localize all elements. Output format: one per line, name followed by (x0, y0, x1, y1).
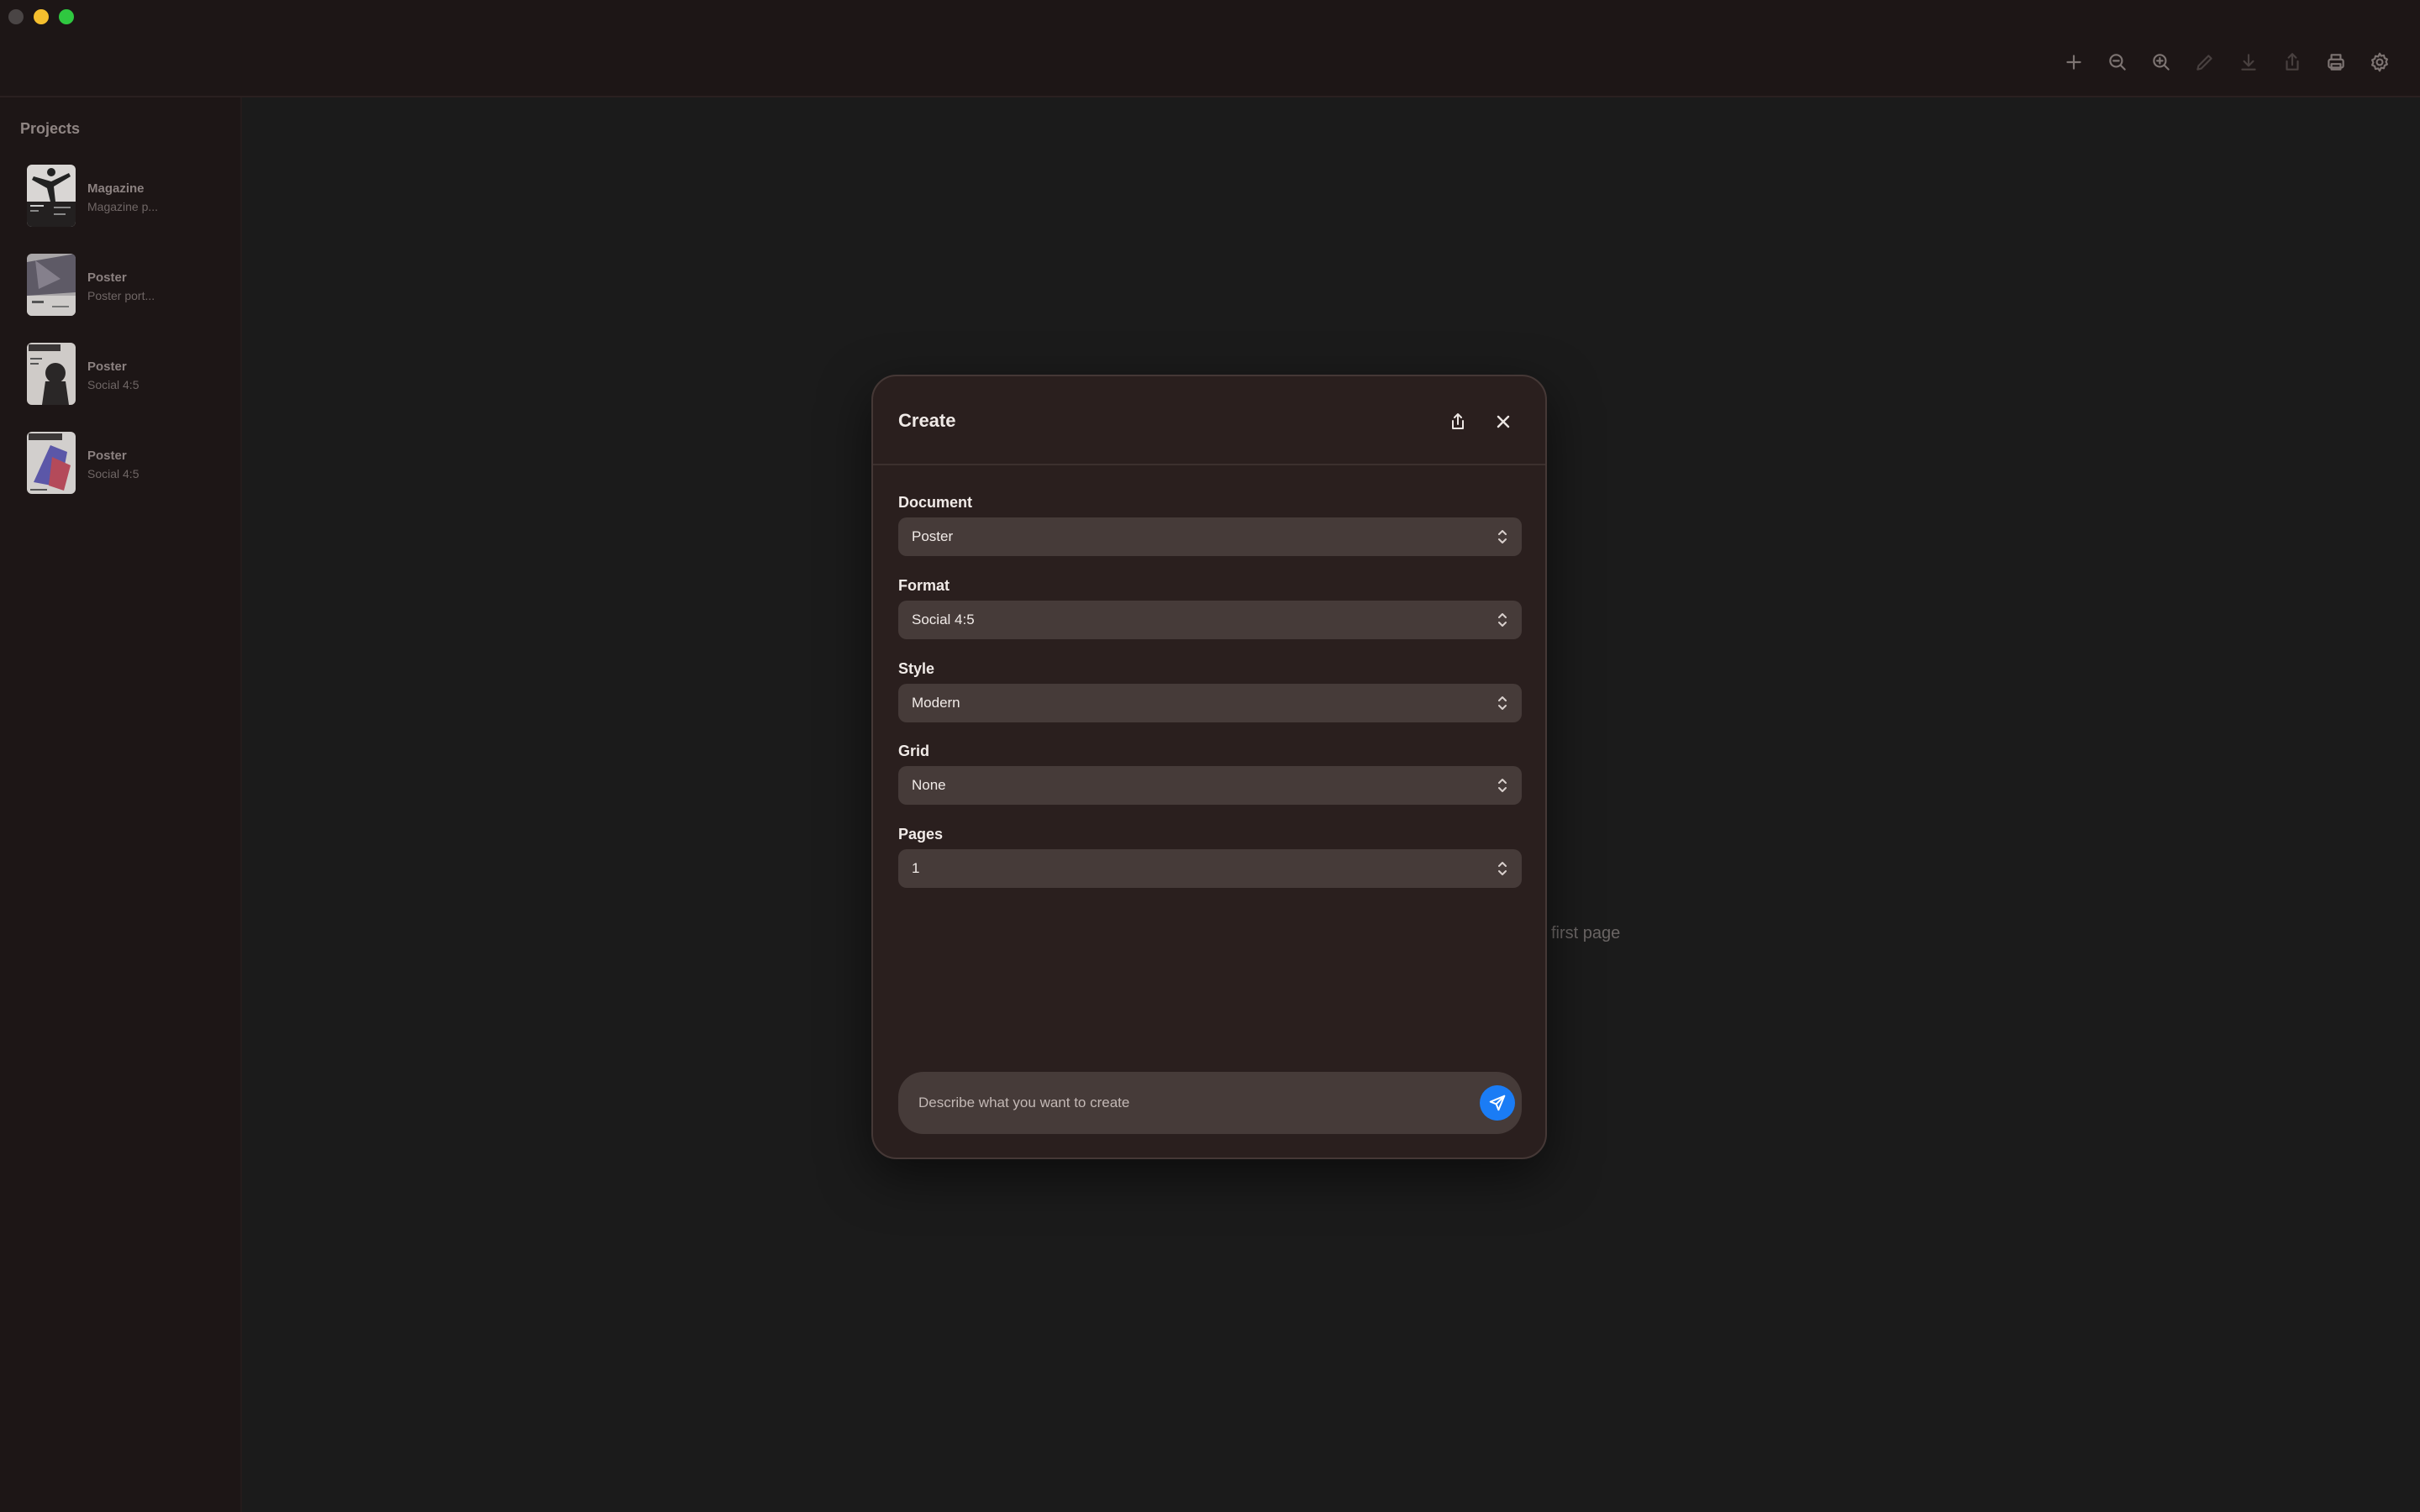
zoom-in-button[interactable] (2149, 50, 2173, 74)
settings-button[interactable] (2368, 50, 2391, 74)
download-icon (2241, 54, 2256, 71)
add-button[interactable] (2062, 50, 2086, 74)
chevron-up-down-icon (1498, 862, 1507, 875)
close-button[interactable] (1490, 408, 1517, 435)
style-select-value: Modern (912, 695, 960, 711)
project-item[interactable]: Magazine Magazine p... (27, 165, 229, 230)
zoom-out-icon (2109, 54, 2126, 71)
share-button[interactable] (2281, 50, 2304, 74)
project-name: Poster (87, 449, 127, 463)
chevron-up-down-icon (1498, 696, 1507, 710)
print-icon (2328, 54, 2344, 71)
project-thumbnail (27, 254, 76, 316)
grid-select-value: None (912, 777, 946, 793)
edit-button[interactable] (2193, 50, 2217, 74)
project-name: Poster (87, 270, 127, 285)
prompt-input[interactable] (918, 1072, 1423, 1134)
grid-label: Grid (898, 743, 930, 759)
project-subtitle: Poster port... (87, 289, 155, 302)
format-label: Format (898, 577, 950, 594)
dialog-header: Create (873, 376, 1545, 465)
canvas-empty-hint: first page (1551, 924, 1621, 942)
project-subtitle: Social 4:5 (87, 378, 139, 391)
document-select[interactable]: Poster (898, 517, 1522, 556)
style-select[interactable]: Modern (898, 684, 1522, 722)
document-select-value: Poster (912, 528, 954, 544)
document-label: Document (898, 494, 973, 511)
share-button[interactable] (1444, 408, 1471, 435)
gear-icon (2371, 52, 2388, 72)
project-subtitle: Social 4:5 (87, 467, 139, 480)
close-icon (1497, 415, 1510, 428)
create-dialog: Create Document Poster Format Social 4:5… (871, 375, 1547, 1159)
chevron-up-down-icon (1498, 779, 1507, 792)
window-controls (8, 9, 74, 24)
zoom-in-icon (2153, 54, 2170, 71)
project-name: Poster (87, 360, 127, 374)
project-thumbnail (27, 165, 76, 227)
project-item[interactable]: Poster Poster port... (27, 254, 229, 319)
plus-icon (2066, 55, 2081, 70)
share-icon (2286, 53, 2299, 71)
project-thumbnail (27, 432, 76, 494)
grid-select[interactable]: None (898, 766, 1522, 805)
format-select-value: Social 4:5 (912, 612, 975, 627)
pencil-icon (2196, 55, 2212, 71)
send-icon (1489, 1095, 1506, 1111)
zoom-out-button[interactable] (2106, 50, 2129, 74)
sidebar-title: Projects (20, 120, 81, 137)
share-icon (1452, 413, 1464, 429)
pages-label: Pages (898, 826, 944, 843)
prompt-box (898, 1072, 1522, 1134)
format-select[interactable]: Social 4:5 (898, 601, 1522, 639)
print-button[interactable] (2324, 50, 2348, 74)
download-button[interactable] (2237, 50, 2260, 74)
pages-select[interactable]: 1 (898, 849, 1522, 888)
project-item[interactable]: Poster Social 4:5 (27, 343, 229, 408)
chevron-up-down-icon (1498, 530, 1507, 543)
send-button[interactable] (1480, 1085, 1515, 1121)
window-close-button[interactable] (8, 9, 24, 24)
window-titlebar (0, 0, 2420, 97)
project-name: Magazine (87, 181, 145, 196)
window-minimize-button[interactable] (34, 9, 49, 24)
window-maximize-button[interactable] (59, 9, 74, 24)
dialog-title: Create (898, 410, 956, 431)
project-subtitle: Magazine p... (87, 200, 159, 213)
project-item[interactable]: Poster Social 4:5 (27, 432, 229, 497)
sidebar: Projects Magazine Magazine p... Poster P… (0, 97, 242, 1512)
style-label: Style (898, 660, 935, 677)
toolbar (2062, 50, 2391, 74)
project-thumbnail (27, 343, 76, 405)
chevron-up-down-icon (1498, 613, 1507, 627)
pages-select-value: 1 (912, 860, 920, 876)
